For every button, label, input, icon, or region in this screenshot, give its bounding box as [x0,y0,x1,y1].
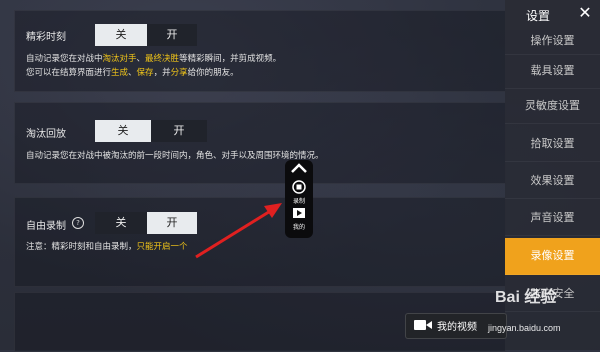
baidu-watermark-url: jingyan.baidu.com [488,323,561,333]
video-camera-icon [414,320,432,330]
my-videos-label: 我的视频 [437,322,477,333]
baidu-watermark: Bai 经验 [495,289,557,306]
